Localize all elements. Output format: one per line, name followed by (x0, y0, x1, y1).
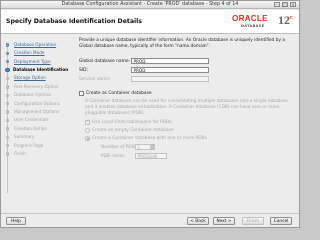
container-db-description: A Container database can be used for con… (85, 99, 288, 116)
help-button[interactable]: Help (6, 217, 26, 225)
maximize-button[interactable]: □ (282, 2, 288, 7)
nav-item-storage-option[interactable]: Storage Option (14, 75, 46, 80)
step-dot-icon (5, 144, 10, 148)
step-dot-icon (5, 118, 10, 123)
back-button[interactable]: < Back (187, 217, 209, 225)
pdb-name-input[interactable]: PRODpdb (135, 153, 167, 159)
close-button[interactable]: × (290, 2, 296, 7)
finish-button[interactable]: Finish (242, 217, 264, 225)
minimize-button[interactable]: – (274, 2, 280, 7)
nav-item-database-operation[interactable]: Database Operation (14, 42, 56, 47)
nav-item-configuration-options: Configuration Options (14, 100, 60, 106)
pdb-name-label: PDB name: (101, 154, 126, 159)
page-header: Specify Database Identification Details … (1, 10, 299, 34)
nav-item-database-identification[interactable]: Database Identification (13, 67, 68, 72)
nav-item-fast-recovery-option: Fast Recovery Option (14, 83, 59, 89)
service-name-label: Service name: (79, 77, 111, 82)
nav-item-management-options: Management Options (14, 109, 60, 114)
service-name-input[interactable] (131, 76, 209, 82)
step-dot-icon (5, 60, 10, 64)
sid-input[interactable]: PROD (131, 67, 209, 73)
container-db-label: Create as Container database (86, 91, 152, 96)
empty-cdb-label: Create an empty Container database (92, 128, 174, 133)
step-dot-icon (5, 51, 10, 55)
nav-item-deployment-type[interactable]: Deployment Type (14, 59, 51, 64)
global-name-input[interactable]: PROD (131, 58, 209, 64)
step-dot-icon (5, 135, 10, 139)
oracle-logo: ORACLE DATABASE 12c (232, 13, 296, 32)
num-pdbs-input[interactable]: 1 (135, 144, 151, 150)
nav-item-database-options: Database Options (14, 92, 52, 98)
main-panel: Provide a unique database identifier inf… (75, 35, 299, 211)
page-title: Specify Database Identification Details (6, 18, 142, 25)
step-dot-icon (5, 152, 10, 156)
container-db-checkbox[interactable] (79, 91, 84, 96)
nav-item-creation-option: Creation Option (14, 125, 48, 131)
empty-cdb-radio[interactable] (85, 128, 90, 133)
logo-product: DATABASE (241, 24, 265, 28)
nav-item-summary: Summary (14, 134, 35, 140)
identification-description: Provide a unique database identifier inf… (79, 38, 286, 49)
step-dot-icon (5, 102, 10, 106)
cancel-button[interactable]: Cancel (270, 217, 292, 225)
local-undo-label: Use Local Undo tablespace for PDBs (92, 120, 172, 125)
nav-item-creation-mode[interactable]: Creation Mode (14, 50, 44, 55)
title-bar: Database Configuration Assistant - Creat… (1, 1, 299, 9)
step-dot-icon (5, 43, 10, 47)
window-controls: – □ × (274, 2, 296, 7)
button-bar: Help < Back Next > Finish Cancel (1, 213, 299, 227)
next-button[interactable]: Next > (213, 217, 235, 225)
nav-item-progress-page: Progress Page (14, 142, 44, 148)
cdb-with-pdbs-radio[interactable] (85, 136, 90, 141)
step-dot-icon (5, 76, 10, 81)
sid-label: SID: (79, 68, 88, 73)
num-pdbs-spinner[interactable]: ▲ ▼ (151, 144, 155, 150)
global-name-label: Global database name: (79, 59, 131, 64)
step-dot-icon (5, 110, 10, 114)
cdb-with-pdbs-label: Create a Container database with one or … (92, 136, 207, 141)
window-title: Database Configuration Assistant - Creat… (61, 2, 239, 7)
step-navigation: Database Operation Creation Mode Deploym… (1, 35, 73, 211)
logo-version: 12c (278, 13, 293, 27)
logo-brand: ORACLE (232, 14, 268, 23)
nav-item-user-credentials: User Credentials (14, 117, 49, 123)
local-undo-checkbox[interactable] (85, 119, 90, 125)
step-dot-icon (5, 127, 10, 131)
num-pdbs-label: Number of PDBs: (101, 145, 139, 150)
current-step-icon (5, 67, 10, 73)
step-dot-icon (5, 93, 10, 97)
dbca-window: Database Configuration Assistant - Creat… (0, 0, 300, 228)
nav-item-finish: Finish (14, 151, 26, 156)
step-dot-icon (5, 85, 10, 89)
